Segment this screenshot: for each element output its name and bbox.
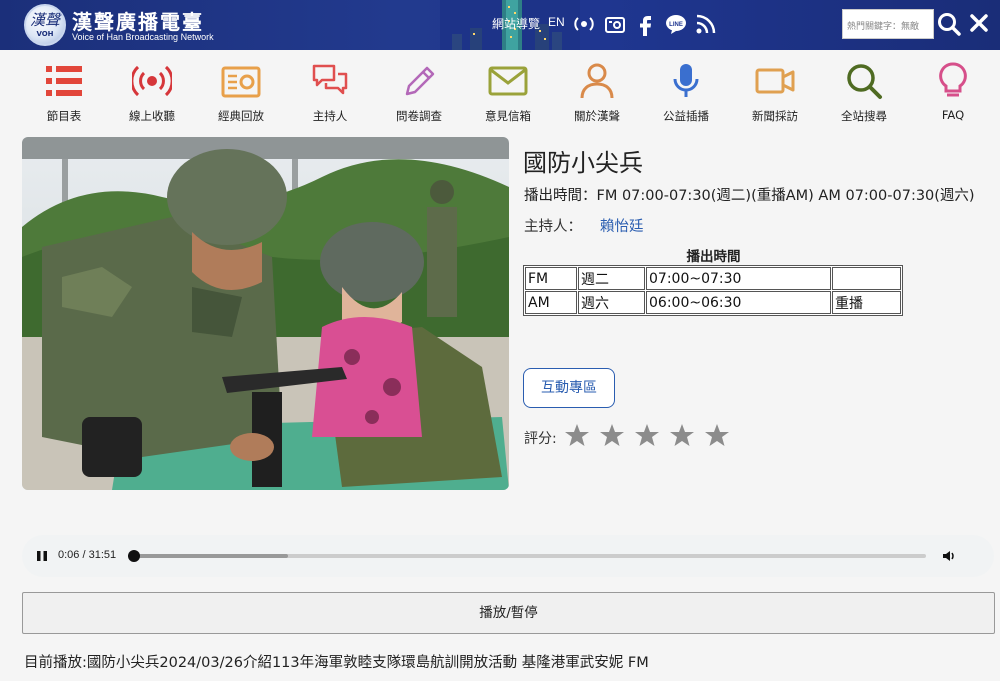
site-title[interactable]: 漢聲廣播電臺: [72, 6, 204, 35]
time-display: 0:06 / 31:51: [58, 549, 117, 561]
air-time: 播出時間：FM 07:00-07:30(週二)(重播AM) AM 07:00-0…: [524, 188, 975, 204]
search-input[interactable]: 熱門關鍵字：無敵: [842, 9, 934, 39]
list-icon: [46, 66, 82, 96]
site-logo[interactable]: 漢聲 VOH: [24, 4, 66, 46]
menu-item-schedule[interactable]: 節目表: [24, 62, 104, 128]
schedule-caption: 播出時間: [686, 249, 741, 265]
schedule-cell: 06:00~06:30: [646, 291, 831, 314]
facebook-icon[interactable]: [634, 12, 658, 36]
star-icon[interactable]: [669, 422, 695, 448]
schedule-cell: [832, 267, 901, 290]
seek-bar[interactable]: [128, 550, 926, 562]
schedule-cell: 週六: [578, 291, 645, 314]
play-pause-button[interactable]: 播放/暫停: [22, 592, 995, 634]
menu-item-psa[interactable]: 公益插播: [646, 62, 726, 128]
menu-item-replay[interactable]: 經典回放: [201, 62, 281, 128]
menu-item-about[interactable]: 關於漢聲: [557, 62, 637, 128]
menu-item-news[interactable]: 新聞採訪: [735, 62, 815, 128]
host-name-link[interactable]: 賴怡廷: [600, 215, 644, 236]
radio-icon[interactable]: [603, 12, 627, 36]
star-icon[interactable]: [564, 422, 590, 448]
star-icon[interactable]: [704, 422, 730, 448]
schedule-cell: 07:00~07:30: [646, 267, 831, 290]
menu-label: 線上收聽: [129, 109, 175, 123]
rating-label: 評分:: [524, 431, 557, 447]
broadcast-icon: [132, 65, 172, 97]
menu-item-mailbox[interactable]: 意見信箱: [468, 62, 548, 128]
schedule-table: FM 週二 07:00~07:30 AM 週六 06:00~06:30 重播: [523, 265, 903, 316]
volume-icon[interactable]: [942, 549, 956, 563]
seek-thumb[interactable]: [128, 550, 140, 562]
menu-item-search[interactable]: 全站搜尋: [824, 62, 904, 128]
sitemap-link[interactable]: 網站導覽: [492, 15, 540, 32]
menu-item-faq[interactable]: FAQ: [913, 62, 993, 128]
radio-replay-icon: [221, 66, 261, 98]
menu-label: FAQ: [941, 108, 965, 122]
schedule-cell: 重播: [832, 291, 901, 314]
menu-item-live[interactable]: 線上收聽: [112, 62, 192, 128]
svg-text:LINE: LINE: [669, 22, 683, 28]
pause-icon[interactable]: [36, 550, 48, 562]
audio-player: 0:06 / 31:51: [22, 535, 994, 577]
program-photo: [22, 137, 509, 490]
site-subtitle: Voice of Han Broadcasting Network: [72, 32, 214, 42]
microphone-icon: [673, 64, 699, 97]
menu-label: 意見信箱: [485, 109, 531, 123]
search-icon[interactable]: [934, 9, 964, 39]
table-row: FM 週二 07:00~07:30: [525, 267, 901, 290]
rating-stars: [564, 422, 734, 452]
logo-mark: 漢聲: [30, 11, 61, 29]
video-camera-icon: [755, 68, 795, 94]
host-label: 主持人：: [524, 219, 582, 235]
radio-wave-icon[interactable]: [572, 12, 596, 36]
site-header: 漢聲 VOH 漢聲廣播電臺 Voice of Han Broadcasting …: [0, 0, 1000, 50]
star-icon[interactable]: [634, 422, 660, 448]
mail-icon: [488, 66, 528, 96]
pencil-icon: [405, 66, 435, 96]
menu-label: 經典回放: [218, 109, 264, 123]
menu-label: 全站搜尋: [841, 109, 887, 123]
menu-item-hosts[interactable]: 主持人: [290, 62, 370, 128]
schedule-cell: 週二: [578, 267, 645, 290]
menu-label: 關於漢聲: [574, 109, 620, 123]
rss-icon[interactable]: [694, 12, 718, 36]
menu-label: 主持人: [312, 109, 348, 123]
close-icon[interactable]: [966, 10, 992, 36]
interactive-zone-button[interactable]: 互動專區: [523, 368, 615, 408]
person-icon: [580, 63, 614, 99]
star-icon[interactable]: [599, 422, 625, 448]
program-title: 國防小尖兵: [523, 149, 643, 177]
menu-label: 問卷調查: [396, 109, 442, 123]
menu-label: 節目表: [46, 109, 82, 123]
english-link[interactable]: EN: [548, 15, 565, 29]
now-playing-text: 目前播放:國防小尖兵2024/03/26介紹113年海軍敦睦支隊環島航訓開放活動…: [24, 655, 649, 671]
logo-abbrev: VOH: [36, 30, 54, 38]
schedule-cell: AM: [525, 291, 577, 314]
menu-label: 公益插播: [663, 109, 709, 123]
line-icon[interactable]: LINE: [664, 12, 688, 36]
schedule-cell: FM: [525, 267, 577, 290]
icon-menu: 節目表 線上收聽 經典回放 主持人 問卷調查 意見信箱 關於漢聲 公益插播 新聞…: [0, 50, 1000, 132]
table-row: AM 週六 06:00~06:30 重播: [525, 291, 901, 314]
search-icon: [847, 64, 882, 99]
menu-label: 新聞採訪: [752, 109, 798, 123]
chat-bubbles-icon: [312, 64, 348, 95]
buffered-bar: [128, 554, 288, 558]
lightbulb-icon: [939, 62, 967, 97]
menu-item-survey[interactable]: 問卷調查: [379, 62, 459, 128]
